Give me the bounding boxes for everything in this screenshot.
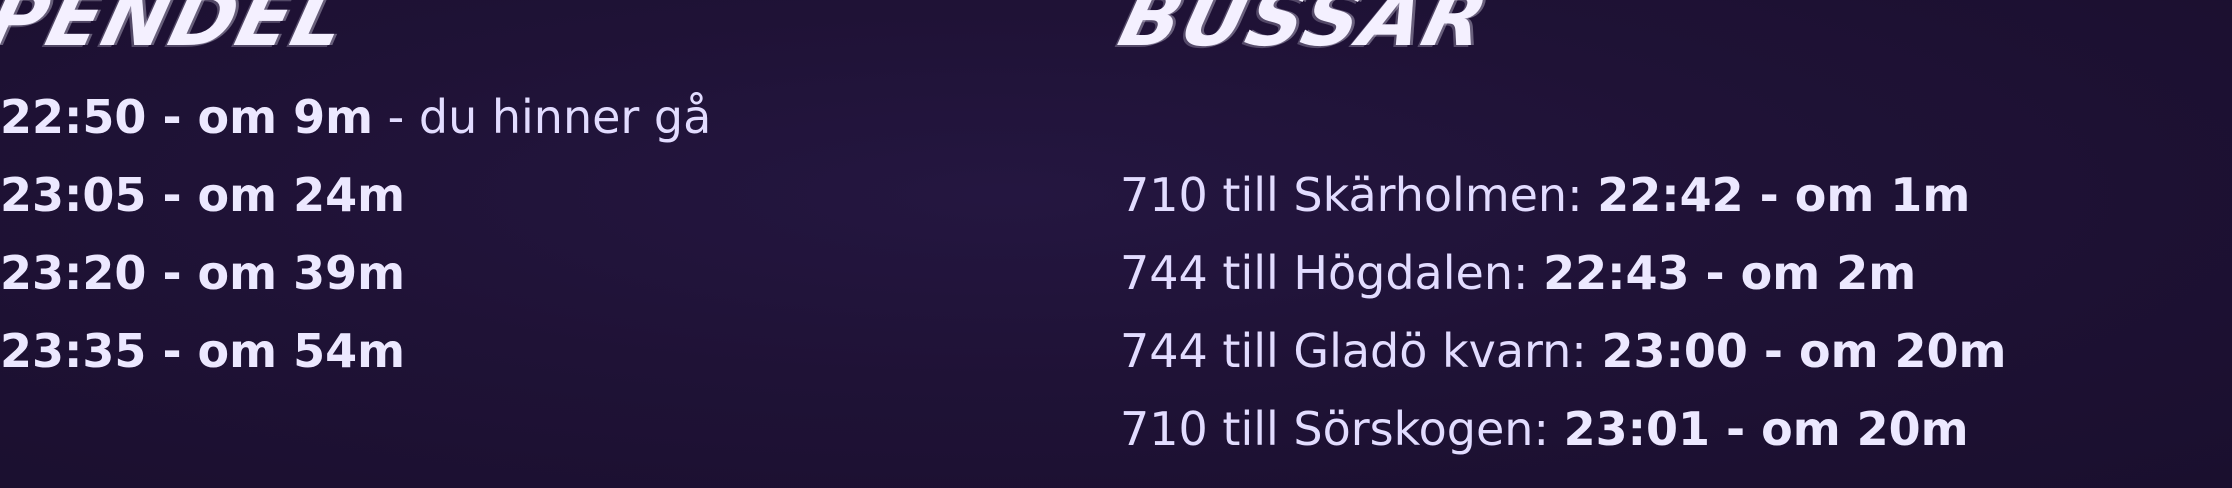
departure-time: 22:42 - om 1m — [1597, 168, 1971, 222]
departure-time: 23:20 - om 39m — [0, 246, 406, 300]
bus-route: 744 till Högdalen: — [1120, 246, 1544, 300]
pendel-heading: PENDEL — [0, 0, 357, 64]
departure-time: 23:00 - om 20m — [1601, 324, 2007, 378]
departure-time: 23:35 - om 54m — [0, 324, 406, 378]
bus-route: 744 till Gladö kvarn: — [1120, 324, 1602, 378]
pendel-departure-row: 22:50 - om 9m - du hinner gå — [0, 94, 711, 140]
bus-departure-row: 710 till Sörskogen: 23:01 - om 20m — [1120, 406, 1969, 452]
bus-departure-row: 744 till Högdalen: 22:43 - om 2m — [1120, 250, 1916, 296]
pendel-departure-row: 23:05 - om 24m — [0, 172, 405, 218]
bussar-heading: BUSSAR — [1110, 0, 1499, 64]
departure-note: - du hinner gå — [373, 90, 712, 144]
bus-departure-row: 710 till Skärholmen: 22:42 - om 1m — [1120, 172, 1970, 218]
departure-time: 23:01 - om 20m — [1563, 402, 1969, 456]
bus-route: 710 till Skärholmen: — [1120, 168, 1598, 222]
departure-time: 22:43 - om 2m — [1543, 246, 1917, 300]
bus-route: 710 till Sörskogen: — [1120, 402, 1564, 456]
pendel-departure-row: 23:35 - om 54m — [0, 328, 405, 374]
departure-time: 22:50 - om 9m — [0, 90, 374, 144]
pendel-departure-row: 23:20 - om 39m — [0, 250, 405, 296]
departure-time: 23:05 - om 24m — [0, 168, 406, 222]
bus-departure-row: 744 till Gladö kvarn: 23:00 - om 20m — [1120, 328, 2006, 374]
